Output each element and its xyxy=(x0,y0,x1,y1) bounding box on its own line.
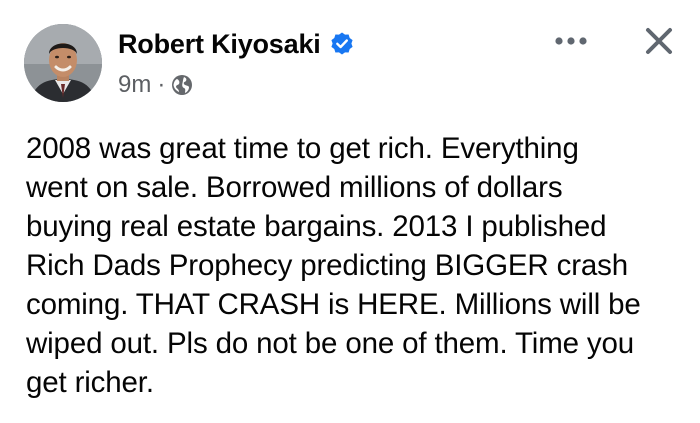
verified-badge-icon xyxy=(329,31,355,57)
meta-separator: · xyxy=(157,71,166,98)
close-icon xyxy=(646,28,672,54)
profile-photo xyxy=(24,24,102,102)
post-body-line: buying real estate bargains. 2013 I publ… xyxy=(26,210,607,243)
post-body-line: Rich Dads Prophecy predicting BIGGER cra… xyxy=(26,249,628,282)
more-options-button[interactable] xyxy=(548,26,594,56)
author-line: Robert Kiyosaki xyxy=(118,24,355,64)
post-body-line: 2008 was great time to get rich. Everyth… xyxy=(26,132,579,165)
post-timestamp[interactable]: 9m xyxy=(118,71,151,99)
close-button[interactable] xyxy=(636,18,682,64)
post-body-line: wiped out. Pls do not be one of them. Ti… xyxy=(26,327,635,360)
author-name[interactable]: Robert Kiyosaki xyxy=(118,29,321,60)
post-body-line: went on sale. Borrowed millions of dolla… xyxy=(26,171,563,204)
post-body: 2008 was great time to get rich. Everyth… xyxy=(26,129,690,402)
more-options-icon xyxy=(555,37,587,45)
globe-icon[interactable] xyxy=(171,74,193,96)
post-body-line: get richer. xyxy=(26,366,154,399)
post-body-line: coming. THAT CRASH is HERE. Millions wil… xyxy=(26,288,641,321)
post-meta: 9m · xyxy=(118,70,193,100)
author-avatar[interactable] xyxy=(24,24,102,102)
facebook-post: Robert Kiyosaki 9m · 2008 was great time… xyxy=(0,0,700,423)
